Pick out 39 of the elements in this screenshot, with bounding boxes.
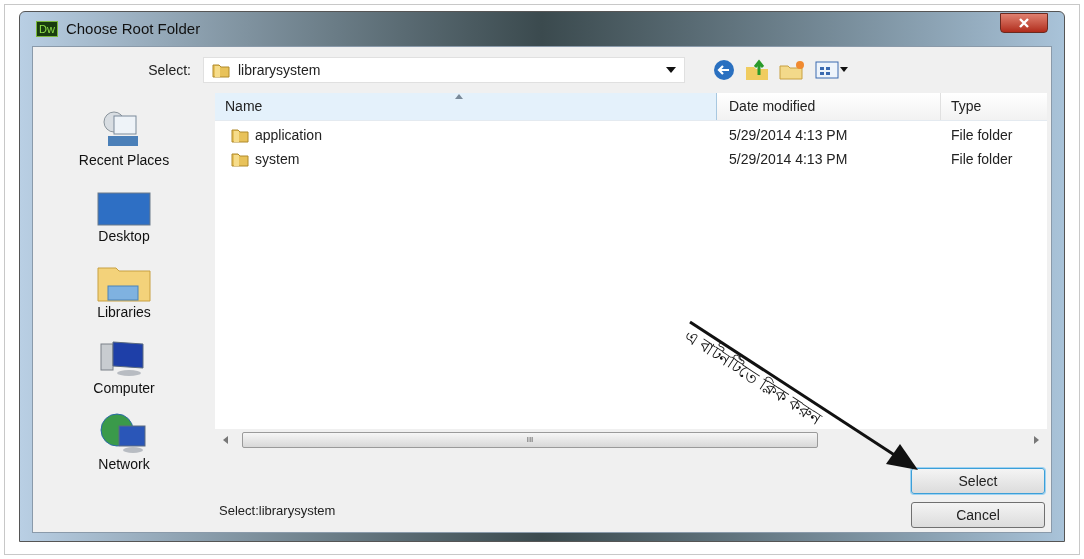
scroll-left-icon	[223, 436, 228, 444]
folder-up-icon[interactable]	[745, 59, 769, 81]
horizontal-scrollbar[interactable]: III	[215, 429, 1047, 451]
view-menu-icon[interactable]	[815, 61, 849, 79]
sidebar-item[interactable]: Libraries	[49, 253, 199, 323]
column-header[interactable]: Date modified	[717, 93, 941, 120]
scroll-right-icon	[1034, 436, 1039, 444]
date-cell-text: 5/29/2014 4:13 PM	[728, 149, 849, 169]
libraries-icon	[96, 264, 152, 302]
file-name: system	[255, 149, 300, 169]
date-cell-text: 5/29/2014 4:13 PM	[728, 125, 849, 145]
select-label: Select:	[147, 60, 192, 80]
folder-icon	[212, 62, 230, 78]
sidebar-item[interactable]: Computer	[49, 329, 199, 399]
close-icon	[1019, 18, 1029, 28]
select-button[interactable]: Select	[911, 468, 1045, 494]
folder-icon	[231, 151, 249, 167]
scrollbar-thumb[interactable]: III	[242, 432, 818, 448]
status-text: Select:librarysystem	[218, 501, 337, 520]
sidebar-item[interactable]: Desktop	[49, 177, 199, 247]
sidebar-item[interactable]: Recent Places	[49, 101, 199, 171]
type-cell-text: File folder	[950, 149, 1014, 169]
window-title: Choose Root Folder	[65, 18, 201, 39]
folder-dropdown[interactable]: librarysystem	[203, 57, 685, 83]
type-cell-text: File folder	[950, 125, 1014, 145]
folder-row[interactable]: system 5/29/2014 4:13 PM File folder	[215, 147, 1047, 171]
cancel-button[interactable]: Cancel	[911, 502, 1045, 528]
network-icon	[99, 412, 149, 454]
file-name: application	[255, 125, 322, 145]
app-badge: Dw	[36, 21, 58, 37]
folder-row[interactable]: application 5/29/2014 4:13 PM File folder	[215, 123, 1047, 147]
column-header[interactable]: Name	[215, 93, 717, 120]
column-header[interactable]: Type	[941, 93, 1047, 120]
close-button[interactable]	[1000, 13, 1048, 33]
sort-caret-icon	[455, 94, 463, 99]
folder-icon	[231, 127, 249, 143]
desktop-icon	[97, 192, 151, 226]
sidebar-item[interactable]: Network	[49, 405, 199, 475]
dropdown-arrow-icon	[666, 67, 676, 73]
